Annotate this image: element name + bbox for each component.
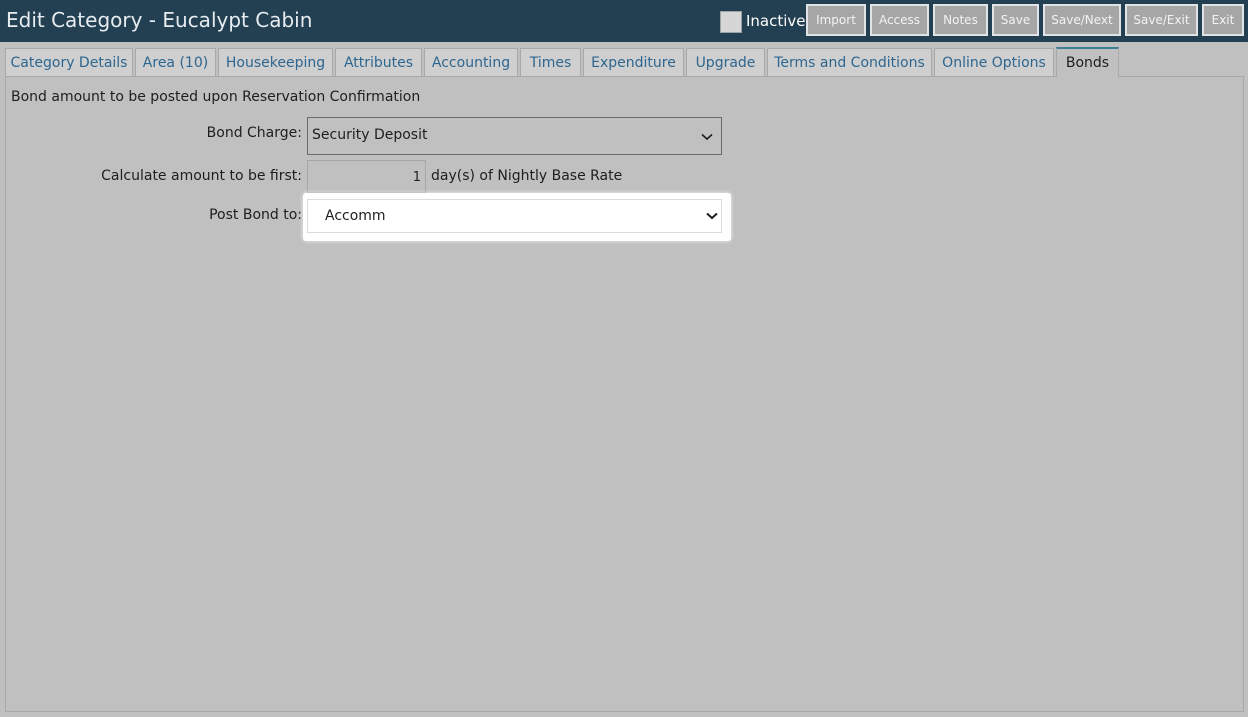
bonds-intro-text: Bond amount to be posted upon Reservatio… [11,89,421,105]
post-bond-to-label: Post Bond to: [209,207,302,223]
bond-charge-value: Security Deposit [312,127,428,143]
chevron-down-icon [701,133,713,141]
import-button[interactable]: Import [806,4,866,36]
inactive-label: Inactive [746,12,806,30]
post-bond-to-select[interactable]: Accomm [307,199,722,233]
tab-attributes[interactable]: Attributes [335,48,422,77]
page-title: Edit Category - Eucalypt Cabin [6,8,313,32]
save-exit-button[interactable]: Save/Exit [1125,4,1198,36]
tab-housekeeping[interactable]: Housekeeping [218,48,333,77]
tab-bar: Category Details Area (10) Housekeeping … [0,47,1248,77]
notes-button[interactable]: Notes [933,4,988,36]
days-value: 1 [412,170,421,185]
exit-button[interactable]: Exit [1202,4,1244,36]
tab-times[interactable]: Times [520,48,581,77]
tab-bonds[interactable]: Bonds [1056,47,1119,77]
post-bond-to-value: Accomm [325,208,386,224]
header-bar: Edit Category - Eucalypt Cabin Inactive … [0,0,1248,42]
calculate-amount-label: Calculate amount to be first: [101,168,302,184]
bond-charge-select[interactable]: Security Deposit [307,117,722,155]
days-suffix-text: day(s) of Nightly Base Rate [431,168,623,184]
tab-area[interactable]: Area (10) [135,48,216,77]
save-next-button[interactable]: Save/Next [1043,4,1121,36]
save-button[interactable]: Save [992,4,1039,36]
inactive-checkbox[interactable] [720,11,742,33]
bond-charge-label: Bond Charge: [206,125,302,141]
tab-expenditure[interactable]: Expenditure [583,48,684,77]
tab-online-options[interactable]: Online Options [934,48,1054,77]
tab-accounting[interactable]: Accounting [424,48,518,77]
tab-category-details[interactable]: Category Details [5,48,133,77]
tab-terms-and-conditions[interactable]: Terms and Conditions [767,48,932,77]
days-input[interactable]: 1 [307,160,426,193]
chevron-down-icon [706,212,718,220]
tab-upgrade[interactable]: Upgrade [686,48,765,77]
access-button[interactable]: Access [870,4,929,36]
